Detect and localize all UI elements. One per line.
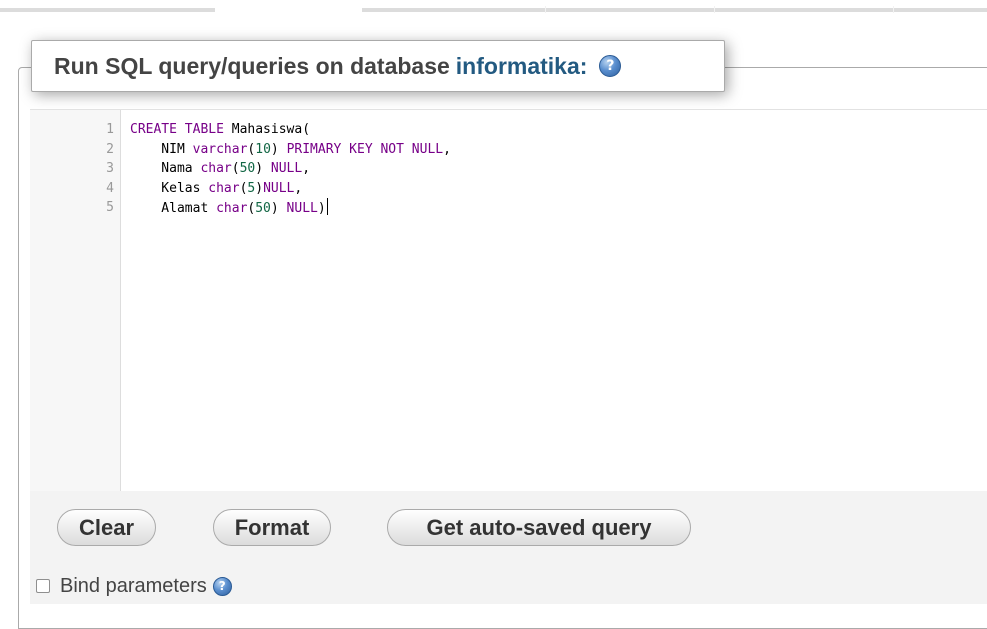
line-number: 5: [106, 200, 114, 215]
code-text[interactable]: Alamat char(50) NULL): [130, 198, 328, 219]
tab-divider: [545, 6, 546, 13]
line-number: 2: [106, 141, 114, 157]
code-token: char: [200, 161, 232, 176]
code-token: Mahasiswa(: [223, 122, 311, 137]
text-cursor: [326, 198, 328, 215]
database-name: informatika:: [455, 52, 588, 79]
code-token: ): [255, 180, 264, 196]
sql-editor[interactable]: 1 CREATE TABLE Mahasiswa(2 NIM varchar(10…: [30, 109, 987, 492]
code-token: ): [255, 161, 271, 176]
code-token: ,: [294, 180, 303, 196]
code-token: 10: [255, 141, 271, 157]
tab-divider: [714, 6, 715, 13]
code-line[interactable]: 4 Kelas char(5)NULL,: [30, 179, 987, 199]
code-token: ): [270, 201, 287, 216]
code-token: NIM: [130, 141, 193, 157]
top-tab-strip: [0, 0, 987, 14]
clear-button[interactable]: Clear: [57, 509, 156, 546]
sql-query-legend: Run SQL query/queries on database inform…: [31, 40, 725, 92]
help-icon[interactable]: ?: [599, 55, 622, 77]
legend-title: Run SQL query/queries on database: [54, 52, 450, 79]
code-token: Kelas: [130, 180, 209, 196]
tab-segment[interactable]: [0, 8, 215, 12]
format-button[interactable]: Format: [213, 509, 331, 546]
code-token: NULL: [263, 180, 295, 196]
code-token: Nama: [130, 161, 201, 176]
code-token: char: [208, 180, 240, 196]
code-token: (: [231, 161, 240, 176]
bind-parameters-checkbox[interactable]: [36, 579, 50, 593]
code-token: 50: [239, 161, 256, 176]
code-token: PRIMARY KEY NOT NULL: [286, 141, 444, 157]
code-line[interactable]: 3 Nama char(50) NULL,: [30, 159, 987, 179]
code-text[interactable]: CREATE TABLE Mahasiswa(: [130, 120, 310, 140]
line-number: 3: [106, 161, 114, 176]
code-token: varchar: [192, 141, 248, 157]
query-actions-bar: Clear Format Get auto-saved query Bind p…: [30, 491, 987, 604]
code-token: ): [317, 201, 326, 216]
code-token: 50: [255, 201, 271, 216]
code-token: Alamat: [130, 201, 217, 216]
code-text[interactable]: NIM varchar(10) PRIMARY KEY NOT NULL,: [130, 140, 451, 160]
code-token: ,: [302, 161, 311, 176]
help-icon[interactable]: ?: [212, 576, 232, 596]
tab-divider: [893, 6, 894, 13]
bind-parameters-row: Bind parameters ?: [36, 573, 232, 599]
code-token: NULL: [286, 201, 318, 216]
bind-parameters-label[interactable]: Bind parameters: [60, 575, 207, 598]
code-token: ,: [443, 141, 451, 157]
code-line[interactable]: 2 NIM varchar(10) PRIMARY KEY NOT NULL,: [30, 140, 987, 160]
code-line[interactable]: 1 CREATE TABLE Mahasiswa(: [30, 120, 987, 140]
code-line[interactable]: 5 Alamat char(50) NULL): [30, 198, 987, 218]
line-number: 1: [106, 122, 114, 137]
code-token: CREATE TABLE: [130, 122, 224, 137]
get-auto-saved-query-button[interactable]: Get auto-saved query: [387, 509, 691, 546]
code-token: ): [270, 141, 287, 157]
code-text[interactable]: Nama char(50) NULL,: [130, 159, 310, 179]
code-text[interactable]: Kelas char(5)NULL,: [130, 179, 302, 199]
code-token: NULL: [270, 161, 303, 176]
code-token: char: [216, 201, 248, 216]
line-number: 4: [106, 180, 114, 196]
